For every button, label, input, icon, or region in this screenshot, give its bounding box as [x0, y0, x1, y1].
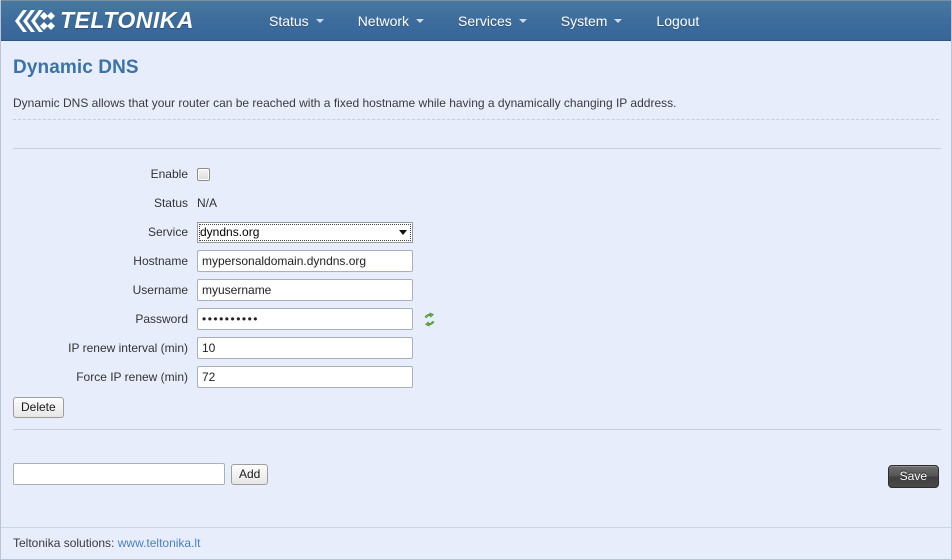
nav-label-system: System [560, 12, 608, 29]
nav-label-status: Status [268, 12, 309, 29]
hostname-input[interactable] [197, 250, 413, 272]
status-value: N/A [197, 196, 218, 210]
ip-renew-interval-input[interactable] [197, 337, 413, 359]
label-hostname: Hostname [133, 254, 188, 268]
chevron-down-icon [614, 18, 623, 23]
top-header-bar: TELTONIKA Status Network Services System… [1, 0, 951, 41]
teltonika-chevrons-logo-icon [13, 8, 59, 34]
label-status: Status [153, 196, 188, 210]
service-select-value: dyndns.org [200, 225, 260, 239]
label-enable: Enable [150, 167, 188, 181]
chevron-down-icon [518, 18, 527, 23]
footer-text: Teltonika solutions: [13, 536, 115, 550]
nav-item-status[interactable]: Status [252, 1, 341, 40]
username-input[interactable] [197, 279, 413, 301]
nav-label-network: Network [357, 12, 410, 29]
delete-button-wrap: Delete [13, 392, 939, 418]
form-row-service: Service dyndns.org [13, 218, 939, 246]
form-row-force-ip-renew: Force IP renew (min) [13, 363, 939, 391]
main-navigation: Status Network Services System Logout [252, 1, 716, 40]
label-force-ip-renew: Force IP renew (min) [76, 370, 188, 384]
label-username: Username [132, 283, 188, 297]
label-password: Password [135, 312, 188, 326]
page-description: Dynamic DNS allows that your router can … [13, 96, 677, 110]
service-select[interactable]: dyndns.org [197, 221, 413, 243]
nav-label-logout: Logout [656, 12, 700, 29]
save-button-wrap: Save [887, 465, 939, 488]
label-service: Service [147, 225, 188, 239]
nav-item-services[interactable]: Services [441, 1, 544, 40]
enable-checkbox[interactable] [197, 167, 210, 181]
form-row-ip-renew-interval: IP renew interval (min) [13, 334, 939, 362]
page-footer: Teltonika solutions: www.teltonika.lt [1, 527, 951, 559]
nav-item-system[interactable]: System [544, 1, 640, 40]
chevron-down-icon [416, 18, 425, 23]
chevron-down-icon [315, 18, 324, 23]
nav-item-logout[interactable]: Logout [639, 1, 716, 40]
nav-label-services: Services [458, 12, 512, 29]
force-ip-renew-input[interactable] [197, 366, 413, 388]
form-row-enable: Enable [13, 160, 939, 188]
page-content: Dynamic DNS Dynamic DNS allows that your… [1, 41, 951, 558]
brand-logo-text: TELTONIKA [60, 7, 194, 33]
nav-item-network[interactable]: Network [341, 1, 441, 40]
form-row-username: Username [13, 276, 939, 304]
brand-logo[interactable]: TELTONIKA [13, 7, 194, 35]
page-title: Dynamic DNS [13, 57, 139, 78]
form-row-password: Password [13, 305, 939, 333]
form-row-hostname: Hostname [13, 247, 939, 275]
router-admin-page: TELTONIKA Status Network Services System… [0, 0, 952, 560]
save-button[interactable]: Save [887, 465, 939, 488]
add-service-row: Add [13, 430, 939, 485]
chevron-down-icon [399, 229, 407, 235]
add-service-input[interactable] [13, 463, 225, 485]
password-input[interactable] [197, 308, 413, 330]
refresh-arrows-icon[interactable] [422, 311, 437, 327]
delete-button[interactable]: Delete [13, 397, 64, 418]
ddns-settings-form: Enable Status N/A Service dyndns.org Hos… [13, 149, 939, 418]
footer-website-link[interactable]: www.teltonika.lt [118, 536, 201, 550]
add-button[interactable]: Add [231, 463, 269, 485]
label-ip-renew-interval: IP renew interval (min) [68, 341, 188, 355]
form-row-status: Status N/A [13, 189, 939, 217]
